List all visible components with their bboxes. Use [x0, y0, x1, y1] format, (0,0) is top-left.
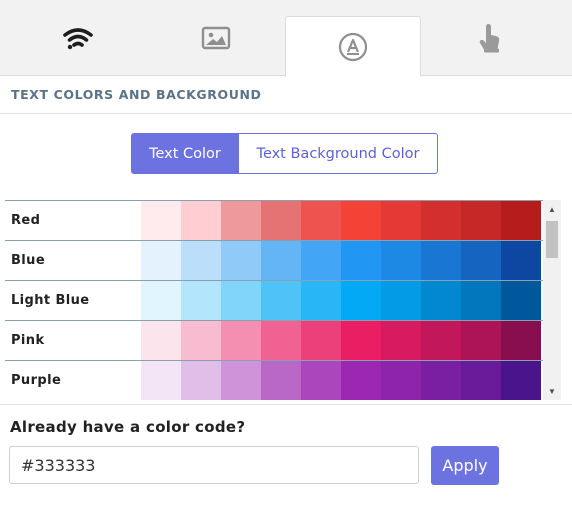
palette-row-label: Pink: [11, 333, 45, 348]
color-swatch[interactable]: [141, 281, 181, 320]
apply-button[interactable]: Apply: [431, 446, 499, 485]
color-swatch[interactable]: [381, 201, 421, 240]
color-swatch[interactable]: [421, 361, 461, 400]
scrollbar-thumb[interactable]: [546, 221, 558, 258]
color-swatch[interactable]: [261, 321, 301, 360]
text-color-button[interactable]: Text Color: [131, 133, 239, 174]
color-swatch[interactable]: [261, 241, 301, 280]
color-swatch[interactable]: [301, 321, 341, 360]
color-swatch[interactable]: [341, 201, 381, 240]
color-palette: Red Blue Light Blue Pink Purple: [5, 200, 543, 400]
palette-row-blue: Blue: [5, 240, 543, 280]
color-swatch[interactable]: [501, 281, 541, 320]
color-code-input[interactable]: [9, 446, 419, 484]
color-swatch[interactable]: [181, 201, 221, 240]
color-swatch[interactable]: [381, 361, 421, 400]
color-swatch[interactable]: [221, 281, 261, 320]
palette-row-purple: Purple: [5, 360, 543, 400]
palette-row-pink: Pink: [5, 320, 543, 360]
tab-bar: [0, 0, 572, 77]
color-swatch[interactable]: [461, 361, 501, 400]
divider: [0, 404, 572, 405]
swatch-group: [141, 281, 541, 320]
color-swatch[interactable]: [301, 281, 341, 320]
color-swatch[interactable]: [421, 241, 461, 280]
swatch-group: [141, 241, 541, 280]
wifi-icon: [63, 28, 93, 50]
color-swatch[interactable]: [301, 241, 341, 280]
color-mode-toggle: Text Color Text Background Color: [131, 133, 438, 174]
color-code-label: Already have a color code?: [10, 418, 246, 436]
palette-scrollbar[interactable]: ▲ ▼: [543, 200, 561, 400]
image-icon: [201, 26, 231, 50]
swatch-group: [141, 361, 541, 400]
color-swatch[interactable]: [181, 281, 221, 320]
color-swatch[interactable]: [421, 281, 461, 320]
palette-row-red: Red: [5, 200, 543, 240]
tab-image[interactable]: [148, 0, 284, 76]
color-swatch[interactable]: [261, 281, 301, 320]
scroll-up-arrow-icon[interactable]: ▲: [543, 200, 561, 218]
color-swatch[interactable]: [501, 201, 541, 240]
color-swatch[interactable]: [181, 241, 221, 280]
color-swatch[interactable]: [261, 361, 301, 400]
color-swatch[interactable]: [341, 361, 381, 400]
tab-touch[interactable]: [422, 0, 558, 76]
color-swatch[interactable]: [381, 321, 421, 360]
color-swatch[interactable]: [181, 361, 221, 400]
color-swatch[interactable]: [381, 241, 421, 280]
color-swatch[interactable]: [421, 321, 461, 360]
color-swatch[interactable]: [341, 281, 381, 320]
color-swatch[interactable]: [461, 201, 501, 240]
color-swatch[interactable]: [141, 321, 181, 360]
color-swatch[interactable]: [341, 241, 381, 280]
tab-wifi[interactable]: [10, 0, 146, 76]
color-swatch[interactable]: [461, 321, 501, 360]
color-swatch[interactable]: [381, 281, 421, 320]
color-swatch[interactable]: [501, 321, 541, 360]
color-swatch[interactable]: [301, 201, 341, 240]
color-swatch[interactable]: [461, 241, 501, 280]
color-swatch[interactable]: [221, 321, 261, 360]
section-title: TEXT COLORS AND BACKGROUND: [0, 76, 572, 114]
color-swatch[interactable]: [461, 281, 501, 320]
scroll-down-arrow-icon[interactable]: ▼: [543, 382, 561, 400]
color-swatch[interactable]: [221, 201, 261, 240]
color-swatch[interactable]: [261, 201, 301, 240]
color-swatch[interactable]: [501, 361, 541, 400]
color-swatch[interactable]: [221, 241, 261, 280]
color-swatch[interactable]: [421, 201, 461, 240]
color-swatch[interactable]: [341, 321, 381, 360]
touch-hand-icon: [479, 24, 500, 53]
palette-row-light-blue: Light Blue: [5, 280, 543, 320]
color-swatch[interactable]: [141, 241, 181, 280]
color-swatch[interactable]: [501, 241, 541, 280]
swatch-group: [141, 201, 541, 240]
text-a-icon: [338, 32, 368, 62]
color-swatch[interactable]: [181, 321, 221, 360]
color-swatch[interactable]: [221, 361, 261, 400]
swatch-group: [141, 321, 541, 360]
color-swatch[interactable]: [141, 201, 181, 240]
palette-row-label: Light Blue: [11, 293, 90, 308]
palette-row-label: Red: [11, 213, 41, 228]
text-background-color-button[interactable]: Text Background Color: [239, 133, 438, 174]
palette-row-label: Blue: [11, 253, 46, 268]
tab-text-color[interactable]: [285, 16, 421, 77]
color-swatch[interactable]: [301, 361, 341, 400]
palette-row-label: Purple: [11, 373, 62, 388]
color-swatch[interactable]: [141, 361, 181, 400]
